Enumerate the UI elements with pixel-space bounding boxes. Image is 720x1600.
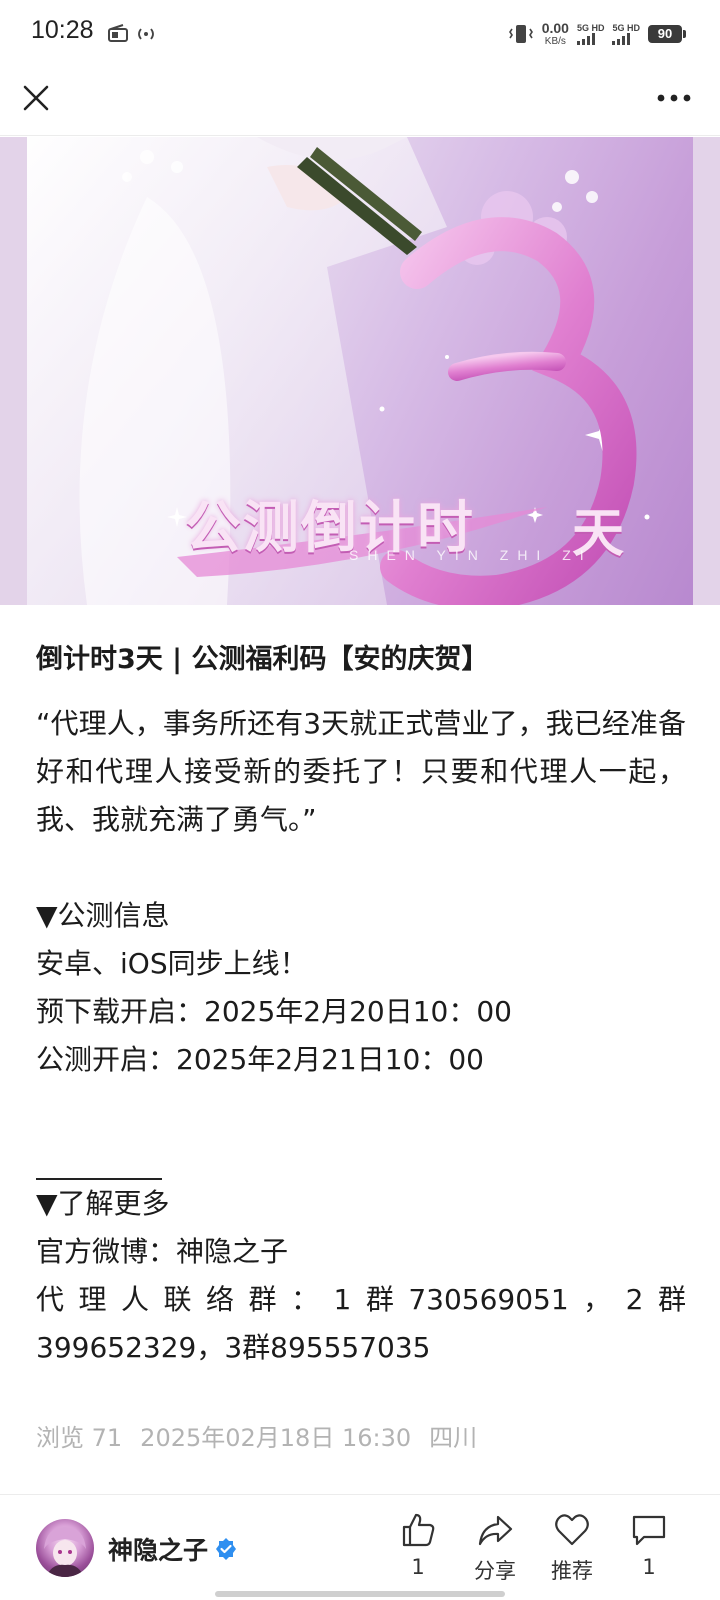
post-content: 倒计时3天 | 公测福利码【安的庆贺】 “代理人，事务所还有3天就正式营业了，我… [36, 640, 686, 1372]
top-bar [0, 68, 720, 136]
avatar[interactable] [36, 1519, 94, 1577]
author-label: 神隐之子 [108, 1536, 209, 1565]
net-speed-value: 0.00 [541, 20, 569, 36]
sim1-label: 5G HD [576, 23, 605, 33]
share-icon [478, 1515, 513, 1546]
like-button[interactable]: 1 [383, 1511, 453, 1579]
comment-button[interactable]: 1 [614, 1511, 684, 1579]
share-label: 分享 [474, 1559, 516, 1583]
like-count: 1 [411, 1555, 425, 1579]
signal-bars-icon [612, 33, 631, 45]
weibo-line: 官方微博：神隐之子 [36, 1235, 289, 1268]
comment-icon [632, 1515, 666, 1546]
post-location: 四川 [429, 1424, 478, 1452]
section-heading-more: ▼了解更多 [36, 1187, 170, 1220]
view-count: 浏览 71 [36, 1424, 123, 1452]
battery-icon: 90 [648, 25, 686, 43]
bottom-bar: 神隐之子 1 分享 推荐 1 [0, 1494, 720, 1600]
post-date: 2025年02月18日 16:30 [140, 1424, 412, 1452]
avatar-illustration [44, 1527, 86, 1577]
predownload-line: 预下载开启：2025年2月20日10：00 [36, 995, 512, 1028]
close-icon[interactable] [20, 82, 52, 114]
recommend-button[interactable]: 推荐 [537, 1511, 607, 1585]
more-icon[interactable] [654, 82, 694, 114]
vibrate-icon [508, 25, 533, 43]
net-speed: 0.00 KB/s [542, 21, 569, 47]
heart-icon [555, 1514, 589, 1546]
radio-icon [108, 24, 128, 42]
sim2-label: 5G HD [612, 23, 640, 33]
banner-frame: 公测倒计时 天 SHEN YIN ZHI ZI [0, 137, 720, 605]
divider [36, 1132, 162, 1180]
post-body: “代理人，事务所还有3天就正式营业了，我已经准备好和代理人接受新的委托了！只要和… [36, 700, 686, 1372]
recommend-label: 推荐 [551, 1559, 593, 1583]
contact-groups: 代理人联络群：1群730569051，2群399652329，3群8955570… [36, 1283, 686, 1364]
author-name[interactable]: 神隐之子 [108, 1531, 238, 1567]
thumbs-up-icon [402, 1513, 435, 1547]
quote-paragraph: “代理人，事务所还有3天就正式营业了，我已经准备好和代理人接受新的委托了！只要和… [36, 707, 686, 836]
post-meta: 浏览 71 2025年02月18日 16:30 四川 [36, 1418, 477, 1453]
section-heading-info: ▼公测信息 [36, 899, 170, 932]
comment-count: 1 [642, 1555, 656, 1579]
status-time: 10:28 [31, 16, 94, 44]
launch-line: 公测开启：2025年2月21日10：00 [36, 1043, 484, 1076]
status-bar: 10:28 0.00 KB/s 5G HD 5G HD 90 [0, 0, 720, 68]
sim1-signal: 5G HD [576, 23, 605, 45]
platform-line: 安卓、iOS同步上线！ [36, 947, 308, 980]
home-indicator[interactable] [215, 1591, 505, 1597]
verified-badge-icon [216, 1538, 237, 1560]
sim2-signal: 5G HD [612, 23, 640, 45]
net-speed-unit: KB/s [544, 36, 566, 47]
post-title: 倒计时3天 | 公测福利码【安的庆贺】 [36, 644, 489, 675]
hotspot-icon [138, 28, 154, 40]
status-indicators: 0.00 KB/s 5G HD 5G HD 90 [508, 18, 686, 50]
signal-bars-icon [576, 33, 595, 45]
banner-image[interactable]: 公测倒计时 天 SHEN YIN ZHI ZI [27, 137, 693, 605]
share-button[interactable]: 分享 [460, 1511, 530, 1585]
banner-subtitle: SHEN YIN ZHI ZI [349, 547, 593, 563]
